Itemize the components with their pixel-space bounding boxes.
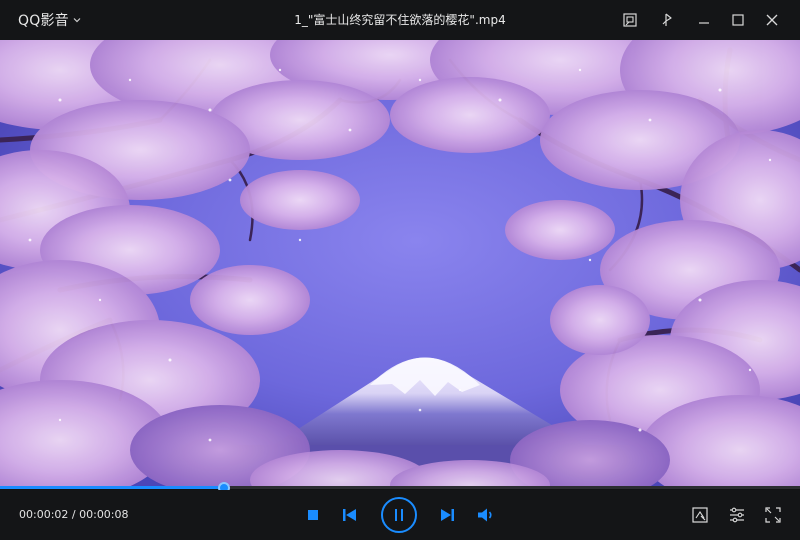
volume-icon	[478, 508, 492, 522]
next-icon	[440, 509, 454, 521]
app-name: QQ影音	[18, 13, 69, 29]
chevron-down-icon	[73, 18, 81, 23]
fullscreen-button[interactable]	[763, 505, 783, 525]
mini-mode-icon	[623, 13, 637, 27]
settings-button[interactable]	[727, 505, 747, 525]
title-bar: QQ影音 1_"富士山终究留不住欲落的樱花".mp4	[0, 0, 800, 40]
video-image	[0, 40, 800, 486]
maximize-button[interactable]	[724, 6, 752, 34]
pin-on-top-button[interactable]	[654, 6, 682, 34]
next-button[interactable]	[438, 506, 456, 524]
control-bar: 00:00:02 / 00:00:08	[0, 490, 800, 540]
time-separator: /	[68, 508, 80, 521]
time-display: 00:00:02 / 00:00:08	[19, 490, 129, 540]
stop-button[interactable]	[304, 506, 322, 524]
current-time: 00:00:02	[19, 508, 69, 521]
settings-icon	[730, 507, 744, 523]
file-title: 1_"富士山终究留不住欲落的樱花".mp4	[294, 13, 506, 27]
screenshot-icon	[692, 507, 708, 523]
pause-icon	[395, 509, 403, 521]
seek-played	[0, 486, 224, 489]
volume-button[interactable]	[476, 505, 496, 525]
close-button[interactable]	[758, 6, 786, 34]
total-time: 00:00:08	[79, 508, 129, 521]
fullscreen-icon	[765, 507, 781, 523]
pin-on-top-icon	[662, 13, 672, 26]
minimize-button[interactable]	[690, 6, 718, 34]
app-menu-button[interactable]: QQ影音	[18, 0, 82, 40]
screenshot-button[interactable]	[690, 505, 710, 525]
previous-icon	[342, 509, 356, 521]
mini-mode-button[interactable]	[616, 6, 644, 34]
pause-button[interactable]	[381, 497, 417, 533]
maximize-icon	[732, 14, 744, 26]
minimize-icon	[699, 22, 709, 24]
stop-icon	[308, 510, 318, 520]
close-icon	[766, 14, 778, 26]
previous-button[interactable]	[340, 506, 358, 524]
video-frame[interactable]	[0, 40, 800, 486]
